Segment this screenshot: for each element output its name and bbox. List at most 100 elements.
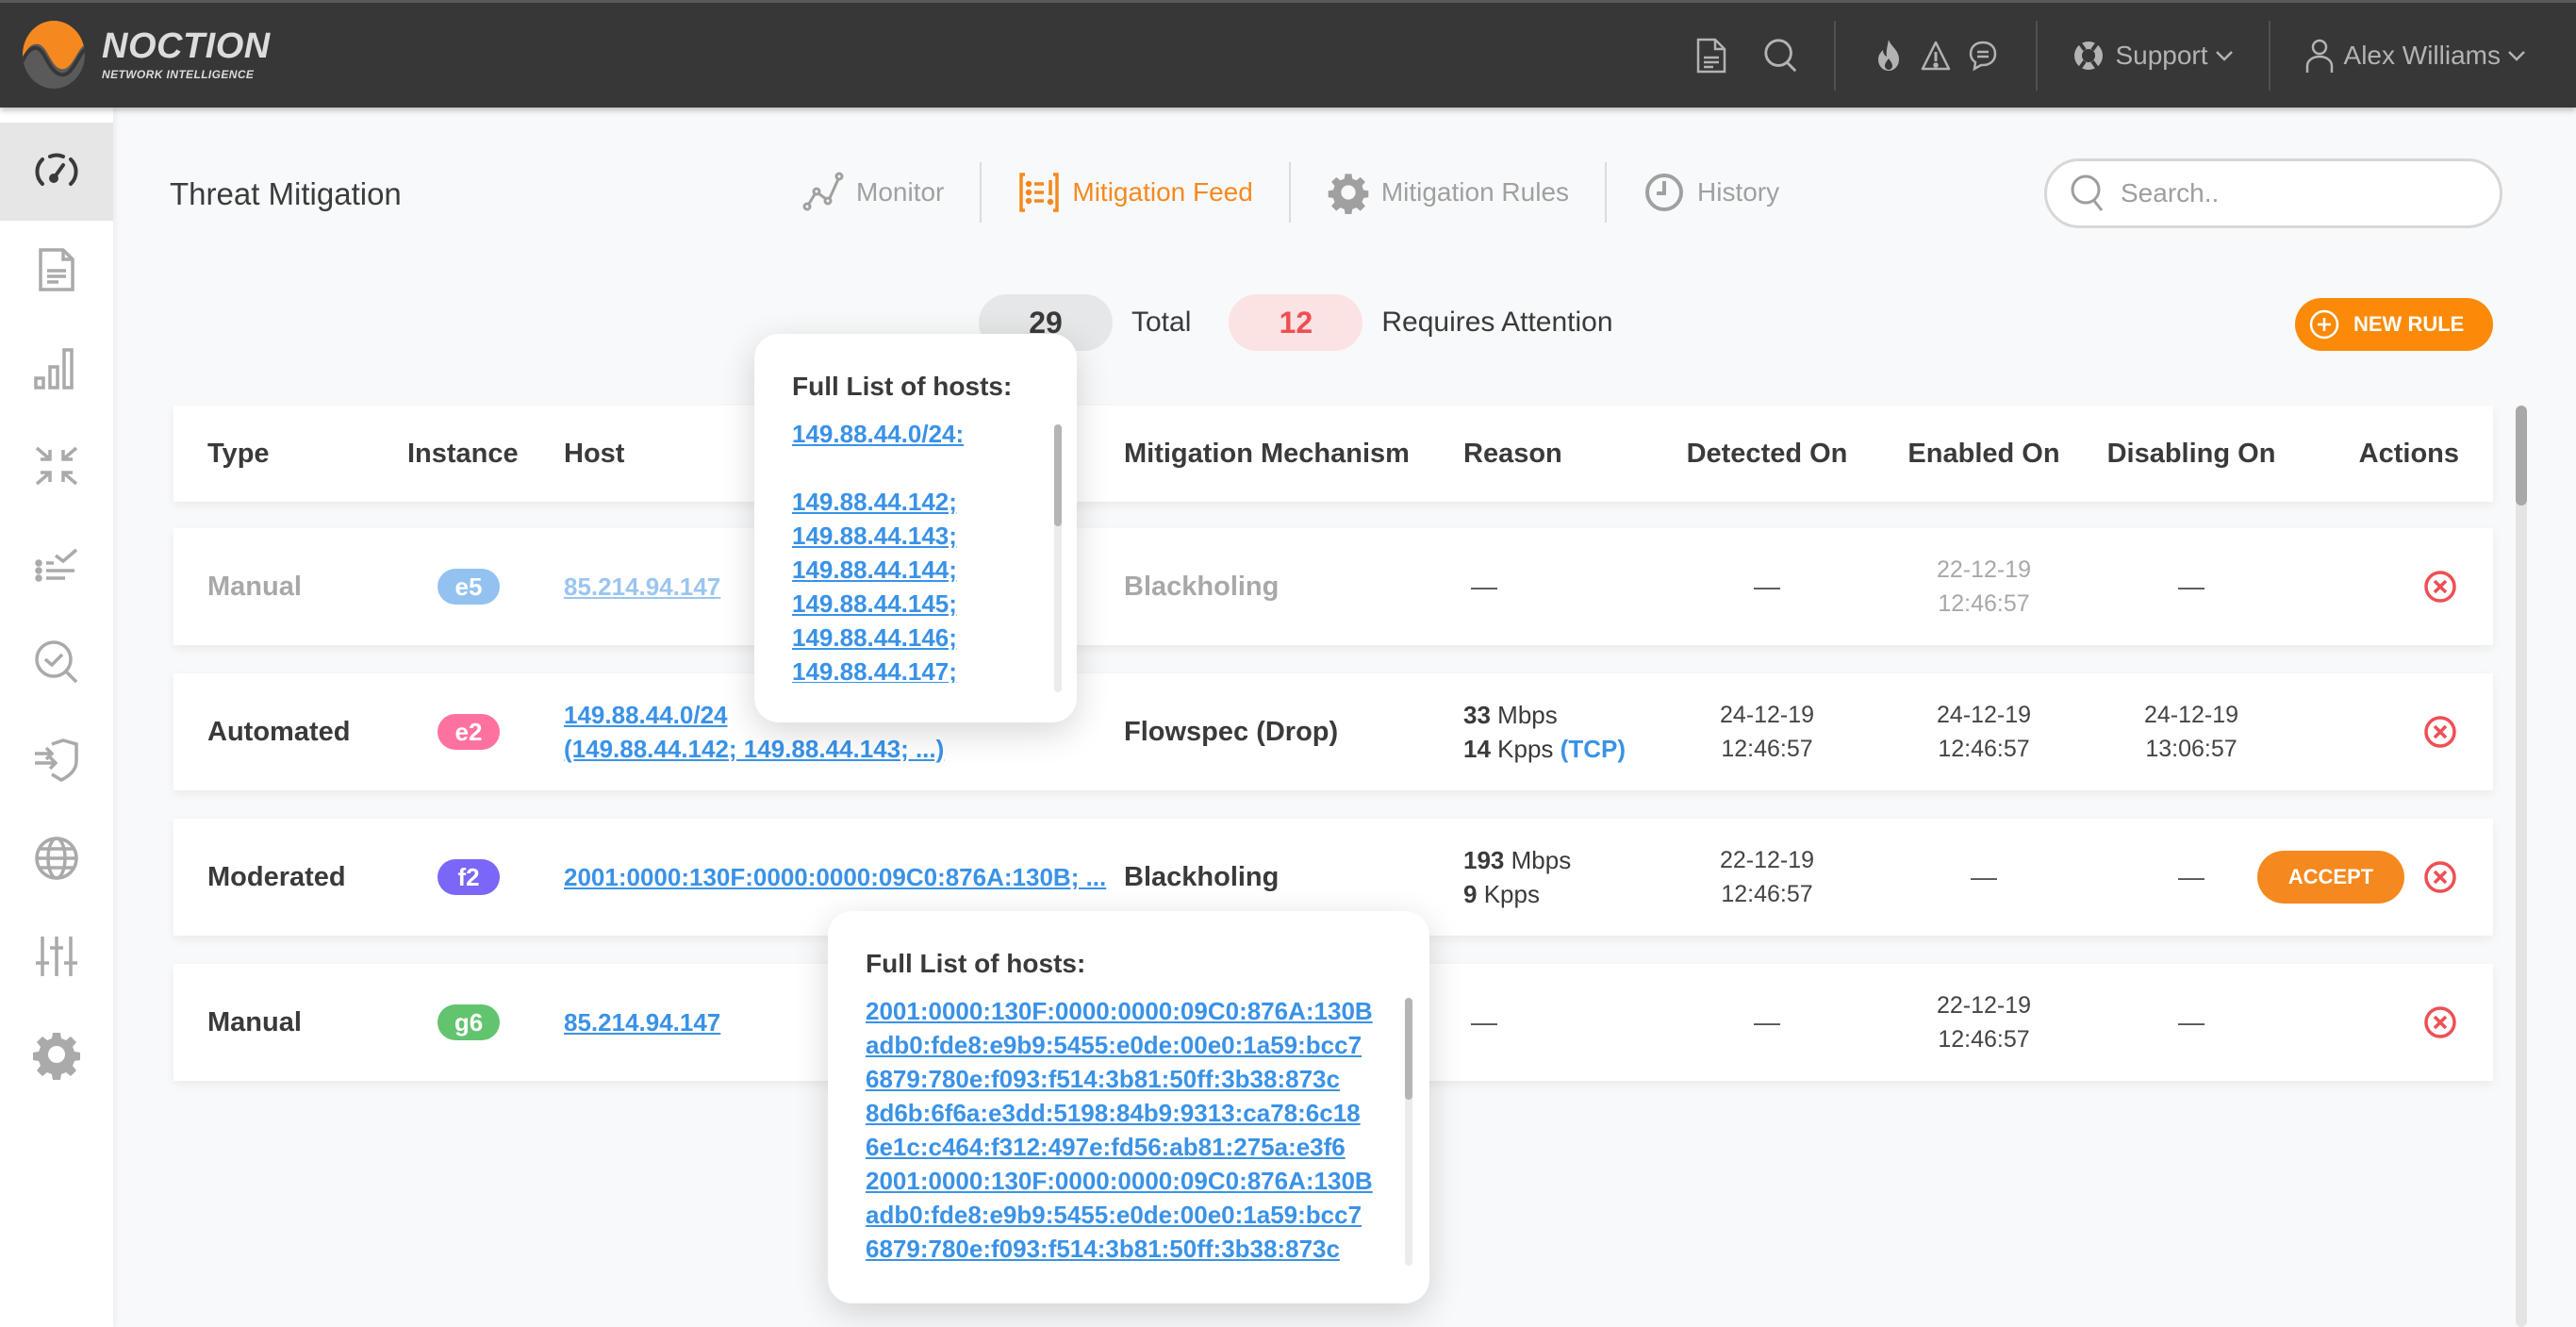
tab-monitor[interactable]: Monitor [783, 171, 963, 214]
popover-scrollbar-thumb[interactable] [1405, 998, 1412, 1100]
col-header-actions: Actions [2358, 438, 2459, 469]
search-box[interactable] [2044, 158, 2502, 228]
host-list-item[interactable]: adb0:fde8:e9b9:5455:e0de:00e0:1a59:bcc7 [866, 1028, 1375, 1062]
cell-type: Moderated [207, 819, 396, 936]
detected-value: 12:46:57 [1721, 881, 1813, 907]
hosts-popover-ipv6: Full List of hosts: 2001:0000:130F:0000:… [828, 911, 1429, 1303]
sidebar-item-global[interactable] [0, 809, 113, 907]
remove-button[interactable] [2421, 568, 2459, 605]
cell-mechanism: Flowspec (Drop) [1124, 673, 1463, 790]
total-label: Total [1131, 307, 1192, 338]
chat-icon[interactable] [1964, 37, 2002, 75]
user-menu[interactable]: Alex Williams [2304, 38, 2527, 74]
sidebar-item-tasks[interactable] [0, 515, 113, 613]
page-scrollbar-thumb[interactable] [2516, 406, 2527, 506]
detected-value: 12:46:57 [1721, 736, 1813, 762]
remove-button[interactable] [2421, 858, 2459, 896]
cell-detected: 22-12-19 12:46:57 [1654, 819, 1880, 936]
host-list-item[interactable]: 149.88.44.145; [792, 587, 1037, 621]
sidebar-item-statistics[interactable] [0, 319, 113, 417]
search-input[interactable] [2121, 178, 2460, 208]
empty-value: — [1754, 572, 1780, 601]
col-header-detected-on[interactable]: Detected On [1654, 406, 1880, 502]
col-header-instance[interactable]: Instance [407, 406, 530, 502]
cell-type: Manual [207, 964, 396, 1081]
mechanism-value: Blackholing [1124, 571, 1280, 602]
detected-value: 22-12-19 [1719, 847, 1815, 873]
protocol-label: (TCP) [1560, 735, 1626, 763]
host-list-item[interactable]: 149.88.44.143; [792, 519, 1037, 553]
col-header-enabled-on[interactable]: Enabled On [1871, 406, 2097, 502]
host-list-item[interactable]: 8d6b:6f6a:e3dd:5198:84b9:9313:ca78:6c18 [866, 1096, 1375, 1130]
user-icon [2305, 39, 2333, 73]
globe-icon [35, 837, 78, 880]
divider [1834, 20, 1837, 91]
divider [1605, 162, 1608, 223]
popover-scrollbar-thumb[interactable] [1054, 424, 1062, 526]
document-icon [39, 248, 74, 291]
mechanism-value: Blackholing [1124, 861, 1280, 892]
page-scrollbar[interactable] [2516, 406, 2527, 1327]
host-list-item[interactable]: 2001:0000:130F:0000:0000:09C0:876A:130B [866, 1164, 1375, 1198]
graph-icon [802, 172, 844, 211]
chevron-down-icon [2215, 50, 2233, 61]
sidebar-item-inspect[interactable] [0, 613, 113, 711]
enabled-value: 12:46:57 [1938, 590, 2030, 617]
accept-button[interactable]: ACCEPT [2257, 851, 2404, 904]
host-list-item[interactable]: adb0:fde8:e9b9:5455:e0de:00e0:1a59:bcc7 [866, 1198, 1375, 1232]
host-list-item[interactable]: 149.88.44.144; [792, 553, 1037, 587]
popover-scrollbar[interactable] [1405, 998, 1412, 1266]
brand-tagline: NETWORK INTELLIGENCE [102, 68, 255, 81]
search-icon[interactable] [1762, 37, 1800, 75]
top-bar: NOCTION NETWORK INTELLIGENCE Support Ale… [0, 0, 2576, 108]
host-list-item[interactable]: 6879:780e:f093:f514:3b81:50ff:3b38:873c [866, 1232, 1375, 1266]
sliders-icon [36, 937, 77, 976]
tab-label: History [1697, 177, 1780, 207]
sidebar-item-tuning[interactable] [0, 907, 113, 1005]
sidebar-item-settings[interactable] [0, 1005, 113, 1103]
logo[interactable]: NOCTION NETWORK INTELLIGENCE [19, 20, 271, 90]
reason-packets: 14 Kpps (TCP) [1463, 735, 1626, 763]
host-list-item[interactable]: 149.88.44.0/24: [792, 417, 1037, 451]
remove-button[interactable] [2421, 1004, 2459, 1041]
cell-type: Manual [207, 528, 396, 645]
reason-bandwidth: 193 Mbps [1463, 846, 1572, 874]
tab-history[interactable]: History [1624, 171, 1798, 214]
host-list-item[interactable]: 149.88.44.142; [792, 485, 1037, 519]
arrows-inward-icon [35, 446, 78, 486]
document-icon[interactable] [1693, 37, 1730, 75]
cell-enabled: 24-12-19 12:46:57 [1871, 673, 2097, 790]
host-list-item [792, 451, 1037, 485]
host-list-item[interactable]: 6879:780e:f093:f514:3b81:50ff:3b38:873c [866, 1062, 1375, 1096]
sidebar-item-reports[interactable] [0, 221, 113, 319]
cell-mechanism: Blackholing [1124, 528, 1463, 645]
checklist-icon [35, 548, 78, 582]
tab-mitigation-rules[interactable]: Mitigation Rules [1308, 171, 1588, 214]
new-rule-button[interactable]: NEW RULE [2295, 298, 2493, 351]
tab-mitigation-feed[interactable]: Mitigation Feed [999, 171, 1271, 214]
instance-badge: f2 [438, 859, 500, 895]
host-list: 149.88.44.0/24: 149.88.44.142; 149.88.44.1… [792, 417, 1037, 683]
col-header-type[interactable]: Type [207, 406, 396, 502]
host-list-item[interactable]: 149.88.44.147; [792, 655, 1037, 683]
sidebar-item-dashboard[interactable] [0, 123, 113, 221]
empty-value: — [2178, 862, 2204, 891]
type-value: Manual [207, 1006, 302, 1037]
warning-icon[interactable] [1917, 37, 1955, 75]
col-header-reason[interactable]: Reason [1463, 406, 1652, 502]
fire-icon[interactable] [1870, 37, 1907, 75]
host-list-item[interactable]: 6e1c:c464:f312:497e:fd56:ab81:275a:e3f6 [866, 1130, 1375, 1164]
host-list-item[interactable]: 2001:0000:130F:0000:0000:09C0:876A:130B [866, 994, 1375, 1028]
sidebar-item-collapse[interactable] [0, 417, 113, 515]
sidebar-item-threat-mitigation[interactable] [0, 711, 113, 809]
popover-scrollbar[interactable] [1054, 424, 1062, 692]
remove-button[interactable] [2421, 713, 2459, 751]
support-menu[interactable]: Support [2072, 39, 2234, 73]
host-list-item[interactable]: 149.88.44.146; [792, 621, 1037, 655]
chevron-down-icon [2508, 50, 2525, 61]
col-header-mechanism[interactable]: Mitigation Mechanism [1124, 406, 1463, 502]
enabled-value: 22-12-19 [1936, 992, 2032, 1019]
table-row: Manual e5 85.214.94.147 Blackholing — — … [173, 528, 2493, 645]
cell-actions [2214, 964, 2459, 1081]
tab-bar: Monitor Mitigation Feed Mitigation Rules… [783, 162, 1798, 223]
